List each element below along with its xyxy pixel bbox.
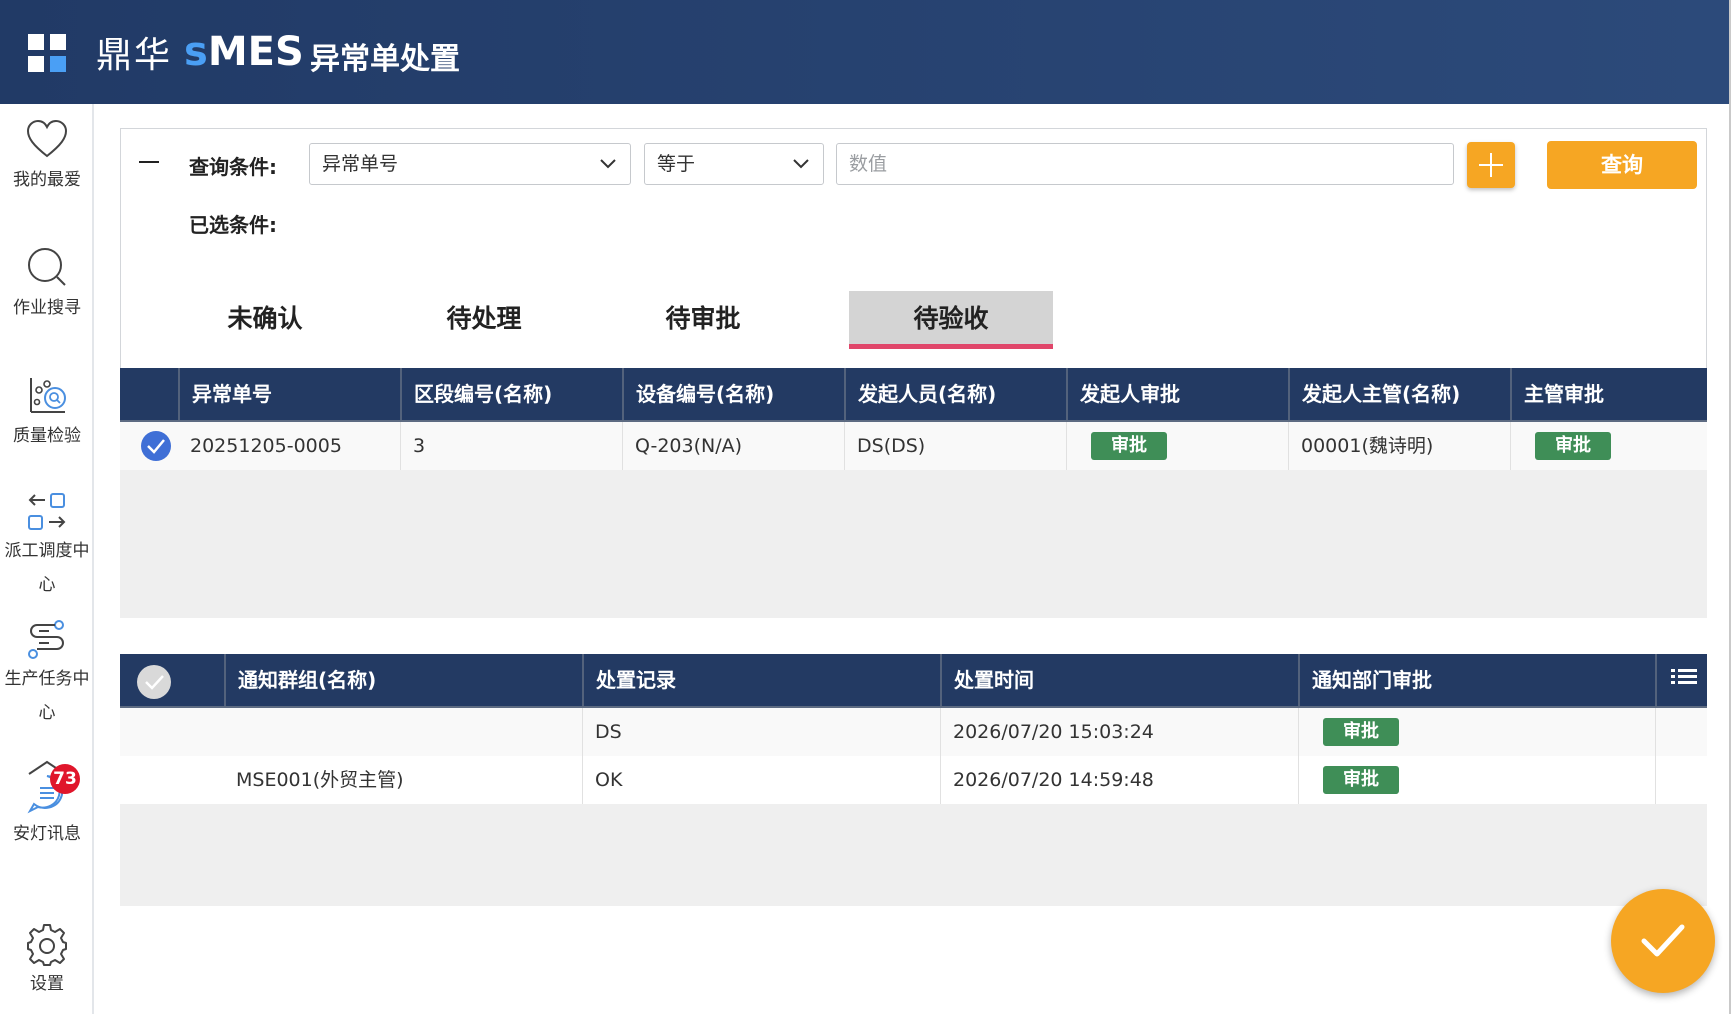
tab-pending-approval[interactable]: 待审批 bbox=[601, 291, 805, 349]
brand-mes: MES bbox=[207, 29, 304, 75]
cell-dept-approval: 审批 bbox=[1298, 708, 1655, 756]
sidebar: 我的最爱 作业搜寻 质量检验 派工调度中心 生产任务中心 73 安灯讯息 设置 bbox=[0, 104, 94, 1014]
header-initiator-approval: 发起人审批 bbox=[1066, 368, 1288, 420]
approve-button[interactable]: 审批 bbox=[1323, 718, 1399, 746]
cell-extra bbox=[1655, 756, 1707, 804]
sidebar-label-dispatch: 派工调度中心 bbox=[4, 541, 90, 595]
sidebar-item-search[interactable]: 作业搜寻 bbox=[0, 246, 94, 326]
approve-button[interactable]: 审批 bbox=[1535, 432, 1611, 460]
sidebar-item-settings[interactable]: 设置 bbox=[0, 922, 94, 1002]
field-select-value: 异常单号 bbox=[322, 153, 399, 175]
list-icon bbox=[1671, 669, 1697, 684]
sidebar-label-andon: 安灯讯息 bbox=[13, 824, 81, 844]
sidebar-item-dispatch[interactable]: 派工调度中心 bbox=[0, 490, 94, 602]
confirm-fab-button[interactable] bbox=[1611, 889, 1715, 993]
main-content: 查询条件: 异常单号 等于 查询 已选条件: 未确认 待处理 待审批 待验收 异… bbox=[120, 128, 1707, 998]
header-dept-approval: 通知部门审批 bbox=[1298, 654, 1655, 706]
notification-table-body: DS 2026/07/20 15:03:24 审批 MSE001(外贸主管) O… bbox=[120, 708, 1707, 906]
collapse-button[interactable] bbox=[137, 149, 161, 173]
cell-exception-no: 20251205-0005 bbox=[190, 435, 342, 457]
sidebar-label-settings: 设置 bbox=[30, 974, 64, 994]
select-all-circle-icon[interactable] bbox=[136, 664, 172, 700]
operator-select[interactable]: 等于 bbox=[644, 143, 824, 185]
header-section: 区段编号(名称) bbox=[400, 368, 622, 420]
apps-grid-icon[interactable] bbox=[28, 34, 66, 72]
cell-notify-group: MSE001(外贸主管) bbox=[236, 769, 404, 791]
page-title: 异常单处置 bbox=[310, 42, 460, 77]
notification-table: 通知群组(名称) 处置记录 处置时间 通知部门审批 DS 2026/07/20 … bbox=[120, 654, 1707, 906]
sidebar-item-favorites[interactable]: 我的最爱 bbox=[0, 118, 94, 198]
notification-badge: 73 bbox=[50, 764, 80, 794]
value-input[interactable] bbox=[836, 143, 1454, 185]
table-row[interactable]: 20251205-0005 3 Q-203(N/A) DS(DS) 审批 000… bbox=[120, 422, 1707, 470]
search-icon bbox=[28, 248, 66, 286]
selected-condition-label: 已选条件: bbox=[189, 213, 277, 237]
cell-supervisor-approval: 审批 bbox=[1510, 422, 1707, 470]
header-supervisor: 发起人主管(名称) bbox=[1288, 368, 1510, 420]
query-button[interactable]: 查询 bbox=[1547, 141, 1697, 189]
column-settings[interactable] bbox=[1655, 654, 1707, 706]
sidebar-label-search: 作业搜寻 bbox=[13, 298, 81, 318]
field-select[interactable]: 异常单号 bbox=[309, 143, 631, 185]
production-task-icon bbox=[28, 620, 64, 659]
status-tabs: 未确认 待处理 待审批 待验收 bbox=[121, 291, 1708, 369]
cell-initiator: DS(DS) bbox=[844, 422, 1066, 470]
approve-button[interactable]: 审批 bbox=[1323, 766, 1399, 794]
cell-handling-time: 2026/07/20 15:03:24 bbox=[940, 708, 1298, 756]
header-supervisor-approval: 主管审批 bbox=[1510, 368, 1707, 420]
sidebar-item-quality[interactable]: 质量检验 bbox=[0, 374, 94, 454]
tab-pending[interactable]: 待处理 bbox=[382, 291, 586, 349]
exception-table-header: 异常单号 区段编号(名称) 设备编号(名称) 发起人员(名称) 发起人审批 发起… bbox=[120, 368, 1707, 422]
header-equipment: 设备编号(名称) bbox=[622, 368, 844, 420]
tab-unconfirmed[interactable]: 未确认 bbox=[163, 291, 367, 349]
header-exception-no: 异常单号 bbox=[178, 368, 400, 420]
cell-supervisor: 00001(魏诗明) bbox=[1288, 422, 1510, 470]
cell-handling-time: 2026/07/20 14:59:48 bbox=[940, 756, 1298, 804]
header-initiator: 发起人员(名称) bbox=[844, 368, 1066, 420]
cell-equipment: Q-203(N/A) bbox=[622, 422, 844, 470]
cell-handling-record: DS bbox=[582, 708, 940, 756]
cell-initiator-approval: 审批 bbox=[1066, 422, 1288, 470]
brand-s: s bbox=[184, 29, 208, 75]
header-handling-time: 处置时间 bbox=[940, 654, 1298, 706]
operator-select-value: 等于 bbox=[657, 153, 696, 175]
table-row[interactable]: DS 2026/07/20 15:03:24 审批 bbox=[120, 708, 1707, 756]
query-panel: 查询条件: 异常单号 等于 查询 已选条件: 未确认 待处理 待审批 待验收 bbox=[120, 128, 1707, 368]
gear-icon bbox=[27, 924, 67, 966]
query-condition-label: 查询条件: bbox=[189, 155, 277, 179]
cell-extra bbox=[1655, 708, 1707, 756]
cell-select bbox=[120, 708, 224, 756]
header-select-all bbox=[120, 654, 224, 706]
cell-handling-record: OK bbox=[582, 756, 940, 804]
sidebar-label-production: 生产任务中心 bbox=[4, 669, 90, 723]
sidebar-label-favorites: 我的最爱 bbox=[13, 170, 81, 190]
cell-dept-approval: 审批 bbox=[1298, 756, 1655, 804]
tab-pending-acceptance[interactable]: 待验收 bbox=[849, 291, 1053, 349]
dispatch-icon bbox=[28, 493, 66, 530]
checkmark-icon bbox=[1641, 924, 1685, 957]
brand-cn: 鼎华 bbox=[96, 35, 173, 76]
sidebar-item-production[interactable]: 生产任务中心 bbox=[0, 618, 94, 730]
sidebar-item-andon[interactable]: 73 安灯讯息 bbox=[0, 756, 94, 852]
exception-table-body: 20251205-0005 3 Q-203(N/A) DS(DS) 审批 000… bbox=[120, 422, 1707, 618]
heart-icon bbox=[26, 119, 68, 158]
chevron-down-icon bbox=[793, 159, 809, 169]
cell-select bbox=[120, 756, 224, 804]
notification-table-header: 通知群组(名称) 处置记录 处置时间 通知部门审批 bbox=[120, 654, 1707, 708]
quality-inspect-icon bbox=[30, 378, 66, 413]
checked-circle-icon[interactable] bbox=[140, 430, 172, 462]
add-condition-button[interactable] bbox=[1467, 142, 1515, 188]
cell-notify-group bbox=[224, 708, 582, 756]
app-header: 鼎华 s MES 异常单处置 bbox=[0, 0, 1731, 104]
cell-section: 3 bbox=[400, 422, 622, 470]
brand-logo: 鼎华 s MES bbox=[96, 29, 304, 76]
header-select-col bbox=[120, 368, 178, 420]
approve-button[interactable]: 审批 bbox=[1091, 432, 1167, 460]
table-row[interactable]: MSE001(外贸主管) OK 2026/07/20 14:59:48 审批 bbox=[120, 756, 1707, 804]
header-handling-record: 处置记录 bbox=[582, 654, 940, 706]
header-notify-group: 通知群组(名称) bbox=[224, 654, 582, 706]
sidebar-label-quality: 质量检验 bbox=[13, 426, 81, 446]
exception-table: 异常单号 区段编号(名称) 设备编号(名称) 发起人员(名称) 发起人审批 发起… bbox=[120, 368, 1707, 618]
chevron-down-icon bbox=[600, 159, 616, 169]
